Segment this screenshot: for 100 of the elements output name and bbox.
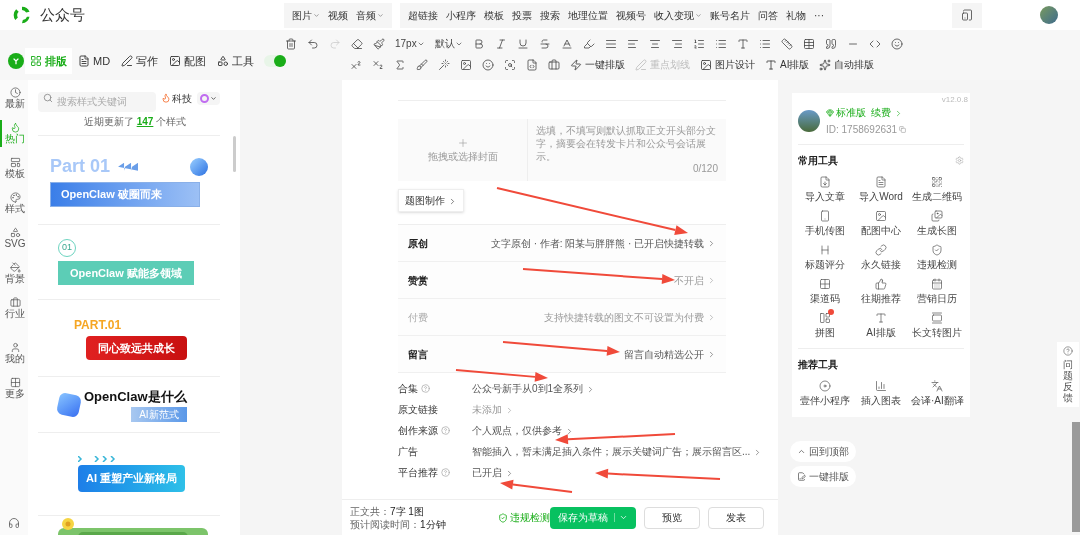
floating-button[interactable]: 回到顶部 <box>790 441 856 462</box>
superscript-icon[interactable] <box>350 58 362 71</box>
user-avatar[interactable] <box>1040 6 1058 24</box>
eraser-icon[interactable] <box>351 37 363 50</box>
align-right-icon[interactable] <box>670 37 683 50</box>
indent-icon[interactable] <box>626 37 639 50</box>
rail-item[interactable]: 模板 <box>0 155 28 182</box>
insert-menu-item[interactable]: 视频 <box>324 7 352 23</box>
search-field[interactable]: 搜索样式关键词 <box>38 91 156 112</box>
insert-menu-item[interactable]: 模板 <box>480 7 508 23</box>
preview-toggle-button[interactable] <box>952 2 982 28</box>
delete-icon[interactable] <box>285 37 297 50</box>
card-heading: OpenClaw是什么 <box>84 388 187 407</box>
insert-menu-item[interactable]: 地理位置 <box>564 7 612 23</box>
action-button[interactable]: 发表 <box>708 506 764 529</box>
rail-item[interactable]: 更多 <box>0 375 28 402</box>
field-value-link[interactable]: 公众号新手从0到1全系列 <box>472 381 595 396</box>
text-box-icon[interactable] <box>736 37 749 50</box>
html-icon[interactable] <box>526 58 538 71</box>
tool-button[interactable]: 手机传图 <box>798 210 852 237</box>
font-color-icon[interactable] <box>560 37 573 50</box>
editor-tab[interactable]: MD <box>73 47 116 75</box>
scrollbar[interactable] <box>1072 422 1080 532</box>
tool-button[interactable]: 生成长图 <box>910 210 964 237</box>
font-family-dropdown[interactable]: 默认 <box>434 36 463 51</box>
tool-button[interactable]: 壹伴小程序 <box>798 380 852 407</box>
rail-item[interactable]: 样式 <box>0 190 28 217</box>
insert-menu-item[interactable]: 投票 <box>508 7 536 23</box>
insert-menu-item[interactable]: 问答 <box>754 7 782 23</box>
rail-item[interactable]: SVG <box>0 225 28 252</box>
insert-menu-item[interactable]: 图片 <box>288 7 324 23</box>
insert-menu-item[interactable]: ··· <box>810 7 828 23</box>
italic-icon[interactable] <box>494 37 507 50</box>
tool-button[interactable]: 配图中心 <box>854 210 908 237</box>
tool-button[interactable]: 拼图 <box>798 312 852 339</box>
insert-menu-item[interactable]: 账号名片 <box>706 7 754 23</box>
insert-menu-item[interactable]: 收入变现 <box>650 7 706 23</box>
table-icon[interactable] <box>802 37 815 50</box>
tool-button[interactable]: 生成二维码 <box>910 176 964 203</box>
feedback-button[interactable]: 问题反馈 <box>1057 342 1079 407</box>
list-icon[interactable] <box>714 37 727 50</box>
field-value-link[interactable]: 个人观点，仅供参考 <box>472 423 574 438</box>
insert-menu-item[interactable]: 搜索 <box>536 7 564 23</box>
tool-button[interactable]: 永久链接 <box>854 244 908 271</box>
tool-button[interactable]: AI排版 <box>854 312 908 339</box>
tool-button[interactable]: 会译·AI翻译 <box>910 380 964 407</box>
font-size-dropdown[interactable]: 17px <box>395 36 425 51</box>
tool-button[interactable]: 导入Word <box>854 176 908 203</box>
undo-icon[interactable] <box>307 37 319 50</box>
tool-button[interactable]: 导入文章 <box>798 176 852 203</box>
rail-item[interactable]: 最新 <box>0 85 28 112</box>
headset-icon[interactable] <box>8 517 20 529</box>
tool-button[interactable]: 长文转图片 <box>910 312 964 339</box>
field-value-link[interactable]: 智能插入，暂未满足插入条件；展示关键词广告；展示留言区... <box>472 444 763 459</box>
emoji-icon[interactable] <box>890 37 903 50</box>
find-icon[interactable] <box>504 58 516 71</box>
align-center-icon[interactable] <box>648 37 661 50</box>
action-button[interactable]: 预览 <box>644 506 700 529</box>
underline-icon[interactable] <box>516 37 529 50</box>
ordered-list-icon[interactable] <box>692 37 705 50</box>
insert-menu-item[interactable]: 超链接 <box>404 7 442 23</box>
insert-menu-item[interactable]: 礼物 <box>782 7 810 23</box>
align-justify-icon[interactable] <box>604 37 617 50</box>
quote-icon[interactable] <box>824 37 837 50</box>
insert-menu-item[interactable]: 视频号 <box>612 7 650 23</box>
format-painter-icon[interactable] <box>373 37 385 50</box>
highlight-icon[interactable] <box>582 37 595 50</box>
tool-button[interactable]: 营销日历 <box>910 278 964 305</box>
magic-wand-icon[interactable] <box>438 58 450 71</box>
toolbar-action-button[interactable]: 一键排版 <box>570 57 625 72</box>
color-filter-button[interactable] <box>197 91 220 105</box>
insert-menu-item[interactable]: 音频 <box>352 7 388 23</box>
rail-item[interactable]: 行业 <box>0 295 28 322</box>
field-value-link[interactable]: 已开启 <box>472 465 514 480</box>
subscript-icon[interactable] <box>372 58 384 71</box>
category-tag[interactable]: 科技 <box>161 90 192 106</box>
tool-button[interactable]: 渠道码 <box>798 278 852 305</box>
toggle-switch[interactable] <box>264 55 287 67</box>
bold-icon[interactable] <box>472 37 485 50</box>
toolbar-action-button[interactable]: 图片设计 <box>700 57 755 72</box>
toolbar-action-button[interactable]: AI排版 <box>765 57 810 72</box>
rail-item[interactable]: 我的 <box>0 340 28 367</box>
cover-tool-button[interactable]: 题图制作 <box>398 189 464 212</box>
tool-button[interactable]: 违规检测 <box>910 244 964 271</box>
strikethrough-icon[interactable] <box>538 37 551 50</box>
editor-tab[interactable]: 写作 <box>116 47 164 75</box>
insert-menu-item[interactable]: 小程序 <box>442 7 480 23</box>
editor-tab[interactable]: 工具 <box>212 47 260 75</box>
rail-item[interactable]: 背景 <box>0 260 28 287</box>
tool-button[interactable]: 标题评分 <box>798 244 852 271</box>
editor-tab[interactable]: 配图 <box>164 47 212 75</box>
floating-button[interactable]: 一键排版 <box>790 466 856 487</box>
scrollbar[interactable] <box>233 136 236 172</box>
toolbar-action-button[interactable]: 自动排版 <box>819 57 875 72</box>
toolbox-icon[interactable] <box>548 58 560 71</box>
tool-button[interactable]: 往期推荐 <box>854 278 908 305</box>
bullet-list-icon[interactable] <box>758 37 771 50</box>
sticker-icon[interactable] <box>482 58 494 71</box>
tool-button[interactable]: 插入图表 <box>854 380 908 407</box>
image-icon[interactable] <box>460 58 472 71</box>
